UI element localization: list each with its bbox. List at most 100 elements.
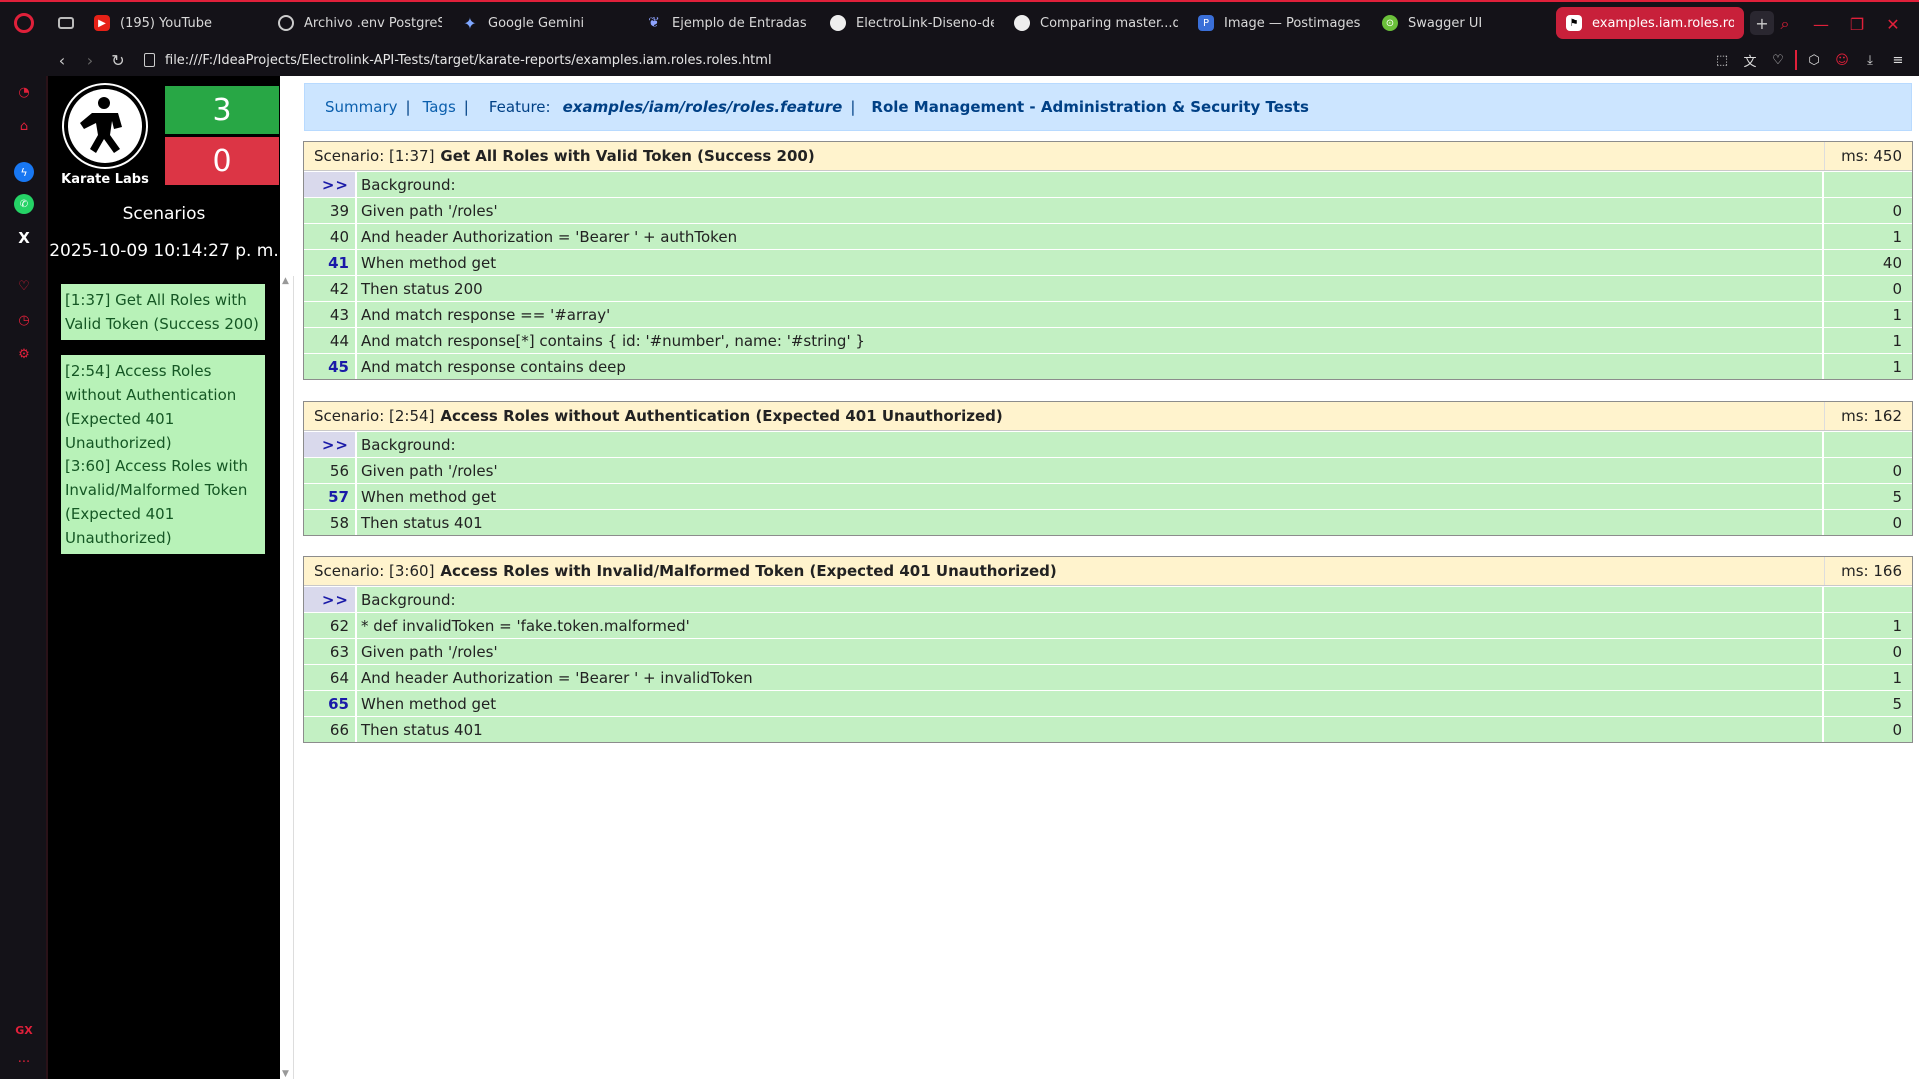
browser-tab-strip: ▶ (195) YouTube Archivo .env PostgreSQL … bbox=[0, 0, 1919, 44]
tab-karate-report[interactable]: ⚑ examples.iam.roles.roles bbox=[1556, 7, 1744, 39]
x-twitter-icon[interactable]: X bbox=[14, 228, 34, 248]
step-row: 58 Then status 401 0 bbox=[304, 509, 1912, 535]
toolbar-divider bbox=[1795, 50, 1797, 70]
scenario-link-1[interactable]: [1:37] Get All Roles with Valid Token (S… bbox=[61, 284, 265, 340]
browser-sidebar: ◔ ⌂ ϟ ✆ X ♡ ◷ ⚙ GX ··· bbox=[0, 76, 48, 1079]
scroll-up-icon[interactable]: ▲ bbox=[282, 276, 289, 286]
tags-link[interactable]: Tags bbox=[423, 98, 456, 116]
scenario-prefix: Scenario: [1:37] bbox=[314, 147, 435, 165]
snapshot-icon[interactable]: ⬚ bbox=[1711, 49, 1733, 71]
tab-title: Google Gemini bbox=[488, 15, 585, 31]
line-number: 56 bbox=[304, 458, 357, 483]
menu-icon[interactable]: ≡ bbox=[1887, 49, 1909, 71]
tab-github-electrolink[interactable]: ElectroLink-Diseno-de-BD bbox=[820, 7, 1004, 39]
step-ms: 0 bbox=[1822, 458, 1912, 483]
reload-icon[interactable]: ↻ bbox=[104, 46, 132, 74]
forward-icon[interactable]: › bbox=[76, 46, 104, 74]
step-row: 56 Given path '/roles' 0 bbox=[304, 457, 1912, 483]
step-row: 39 Given path '/roles' 0 bbox=[304, 197, 1912, 223]
line-number[interactable]: >> bbox=[304, 587, 357, 612]
bookmarks-heart-icon[interactable]: ♡ bbox=[14, 276, 34, 296]
step-ms: 0 bbox=[1822, 198, 1912, 223]
line-number[interactable]: 65 bbox=[304, 691, 357, 716]
tab-title: (195) YouTube bbox=[120, 15, 212, 31]
scenario-name: Access Roles without Authentication (Exp… bbox=[440, 407, 1003, 425]
line-number[interactable]: >> bbox=[304, 432, 357, 457]
step-row: 45 And match response contains deep 1 bbox=[304, 353, 1912, 379]
settings-gear-icon[interactable]: ⚙ bbox=[14, 344, 34, 364]
gx-control-icon[interactable]: GX bbox=[14, 1020, 34, 1040]
step-ms: 1 bbox=[1822, 224, 1912, 249]
restore-icon[interactable]: ❐ bbox=[1841, 8, 1873, 40]
report-date: 2025-10-09 10:14:27 p. m. bbox=[49, 241, 279, 261]
step-text: And header Authorization = 'Bearer ' + a… bbox=[361, 227, 738, 246]
ai-assistant-icon[interactable]: ⌂ bbox=[14, 116, 34, 136]
step-ms: 40 bbox=[1822, 250, 1912, 275]
tab-gemini[interactable]: ✦ Google Gemini bbox=[452, 7, 636, 39]
step-ms: 1 bbox=[1822, 354, 1912, 379]
window-controls: ⌕ — ❐ ✕ bbox=[1769, 2, 1919, 46]
tab-postimages[interactable]: P Image — Postimages bbox=[1188, 7, 1372, 39]
url-field[interactable]: file:///F:/IdeaProjects/Electrolink-API-… bbox=[132, 53, 1711, 68]
tab-swagger[interactable]: ⊙ Swagger UI bbox=[1372, 7, 1556, 39]
line-number[interactable]: 41 bbox=[304, 250, 357, 275]
step-row: 42 Then status 200 0 bbox=[304, 275, 1912, 301]
scenario-header: Scenario: [3:60] Access Roles with Invali… bbox=[304, 557, 1912, 586]
history-icon[interactable]: ◷ bbox=[14, 310, 34, 330]
scenario-link-2[interactable]: [2:54] Access Roles without Authenticati… bbox=[61, 355, 265, 459]
line-number: 43 bbox=[304, 302, 357, 327]
scenario-name: Get All Roles with Valid Token (Success … bbox=[440, 147, 815, 165]
step-ms bbox=[1822, 432, 1912, 457]
step-row: 44 And match response[*] contains { id: '… bbox=[304, 327, 1912, 353]
tab-youtube[interactable]: ▶ (195) YouTube bbox=[84, 7, 268, 39]
line-number: 39 bbox=[304, 198, 357, 223]
logo-text: Karate Labs bbox=[61, 172, 149, 187]
summary-link[interactable]: Summary bbox=[325, 98, 398, 116]
extensions-icon[interactable]: ⬡ bbox=[1803, 49, 1825, 71]
swagger-icon: ⊙ bbox=[1382, 15, 1398, 31]
step-row: >> Background: bbox=[304, 586, 1912, 612]
step-row: 41 When method get 40 bbox=[304, 249, 1912, 275]
scroll-down-icon[interactable]: ▼ bbox=[282, 1069, 289, 1079]
tab-postgres-env[interactable]: Archivo .env PostgreSQL bbox=[268, 7, 452, 39]
speed-dial-icon[interactable]: ◔ bbox=[14, 82, 34, 102]
step-text: Background: bbox=[361, 175, 456, 194]
messenger-icon[interactable]: ϟ bbox=[14, 162, 34, 182]
scenario-link-3[interactable]: [3:60] Access Roles with Invalid/Malform… bbox=[61, 450, 265, 554]
translate-icon[interactable]: 文 bbox=[1739, 49, 1761, 71]
back-icon[interactable]: ‹ bbox=[48, 46, 76, 74]
opera-logo-icon[interactable] bbox=[0, 1, 48, 45]
profile-icon[interactable]: ☺ bbox=[1831, 49, 1853, 71]
whatsapp-icon[interactable]: ✆ bbox=[14, 194, 34, 214]
report-nav bbox=[48, 76, 280, 1079]
search-icon[interactable]: ⌕ bbox=[1769, 8, 1801, 40]
tab-github-compare[interactable]: Comparing master...dev bbox=[1004, 7, 1188, 39]
address-tools: ⬚ 文 ♡ ⬡ ☺ ⤓ ≡ bbox=[1711, 49, 1919, 71]
line-number[interactable]: >> bbox=[304, 172, 357, 197]
scenario-name: Access Roles with Invalid/Malformed Toke… bbox=[440, 562, 1057, 580]
step-text: * def invalidToken = 'fake.token.malform… bbox=[361, 616, 690, 635]
step-ms: 0 bbox=[1822, 717, 1912, 742]
scenario-duration: ms: 450 bbox=[1824, 142, 1912, 170]
step-row: 64 And header Authorization = 'Bearer ' +… bbox=[304, 664, 1912, 690]
step-text: Then status 401 bbox=[361, 513, 483, 532]
line-number[interactable]: 57 bbox=[304, 484, 357, 509]
tab-json-examples[interactable]: ❦ Ejemplo de Entradas JSON bbox=[636, 7, 820, 39]
tab-search-icon[interactable] bbox=[48, 1, 84, 45]
downloads-icon[interactable]: ⤓ bbox=[1859, 49, 1881, 71]
step-row: >> Background: bbox=[304, 431, 1912, 457]
step-ms: 1 bbox=[1822, 302, 1912, 327]
step-text: Given path '/roles' bbox=[361, 461, 498, 480]
scrollbar[interactable]: ▲ ▼ bbox=[280, 276, 294, 1079]
minimize-icon[interactable]: — bbox=[1805, 8, 1837, 40]
line-number[interactable]: 45 bbox=[304, 354, 357, 379]
bookmark-heart-icon[interactable]: ♡ bbox=[1767, 49, 1789, 71]
line-number: 58 bbox=[304, 510, 357, 535]
gemini-icon: ✦ bbox=[463, 13, 477, 33]
step-text: Then status 200 bbox=[361, 279, 483, 298]
scenario-block-1: Scenario: [1:37] Get All Roles with Valid… bbox=[303, 141, 1913, 380]
close-icon[interactable]: ✕ bbox=[1877, 8, 1909, 40]
step-text: Then status 401 bbox=[361, 720, 483, 739]
divider: | bbox=[405, 98, 411, 116]
more-icon[interactable]: ··· bbox=[14, 1052, 34, 1072]
